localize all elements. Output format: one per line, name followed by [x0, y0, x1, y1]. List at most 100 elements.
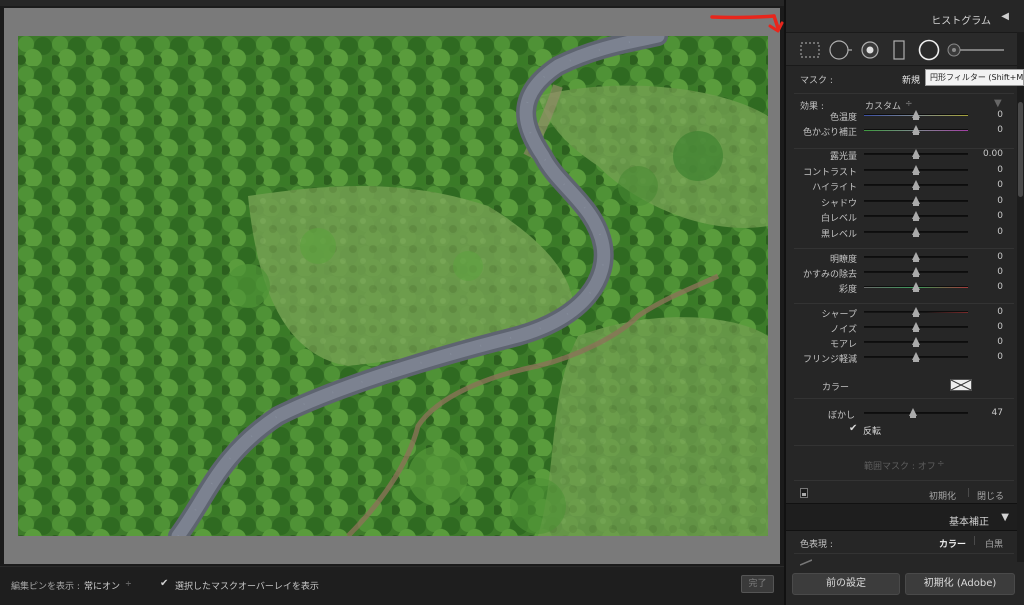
basic-header[interactable]: 基本補正 ▼	[786, 503, 1019, 531]
mask-label: マスク :	[800, 76, 833, 86]
slider-value[interactable]: 0	[973, 307, 1003, 317]
color-label: カラー	[821, 383, 849, 393]
slider-value[interactable]: 0	[973, 227, 1003, 237]
slider-value[interactable]: 0	[973, 125, 1003, 135]
slider-value[interactable]: 0	[973, 322, 1003, 332]
histogram-header[interactable]: ヒストグラム ◀	[786, 6, 1019, 28]
divider	[794, 398, 1014, 399]
color-swatch-icon[interactable]	[950, 379, 972, 391]
graduated-filter-icon[interactable]	[892, 39, 906, 61]
divider	[794, 148, 1014, 149]
slider-label: シャドウ	[820, 199, 857, 209]
slider-label: 彩度	[838, 285, 857, 295]
button-divider: |	[967, 488, 971, 498]
reset-button[interactable]: 初期化	[929, 489, 956, 502]
mask-new-button[interactable]: 新規	[902, 73, 920, 86]
aerial-road-photo[interactable]	[18, 36, 768, 536]
slider-label: 色かぶり補正	[802, 128, 857, 138]
previous-settings-button[interactable]: 前の設定	[792, 573, 900, 595]
slider-knob[interactable]	[912, 196, 920, 206]
divider	[794, 445, 1014, 446]
close-button[interactable]: 閉じる	[977, 489, 1004, 502]
done-button[interactable]: 完了	[741, 575, 774, 593]
bottom-buttons: 前の設定 初期化 (Adobe)	[786, 570, 1024, 605]
basic-collapse-icon[interactable]: ▼	[1001, 512, 1009, 523]
effect-chevron-icon[interactable]: ÷	[905, 99, 913, 109]
treatment-bw-button[interactable]: 白黒	[985, 537, 1003, 550]
slider-label: かすみの除去	[802, 270, 857, 280]
range-mask-chevron-icon[interactable]: ÷	[937, 459, 945, 469]
slider-label: 露光量	[829, 152, 857, 162]
histogram-title: ヒストグラム	[931, 16, 991, 27]
slider-value[interactable]: 0	[973, 196, 1003, 206]
panel-scrollbar-thumb[interactable]	[1018, 102, 1023, 197]
collapse-triangle-icon[interactable]: ◀	[1001, 11, 1009, 22]
blur-slider-knob[interactable]	[908, 408, 917, 418]
treatment-label: 色表現 :	[800, 540, 833, 550]
blur-label: ぼかし	[827, 411, 855, 421]
slider-value[interactable]: 0	[973, 110, 1003, 120]
profile-icon	[800, 559, 812, 566]
slider-value[interactable]: 0	[973, 282, 1003, 292]
divider	[794, 248, 1014, 249]
top-strip	[0, 0, 784, 6]
show-pins-chevron-icon[interactable]: ÷	[125, 579, 132, 588]
invert-checkbox[interactable]: ✔	[849, 423, 857, 434]
slider-knob[interactable]	[912, 211, 920, 221]
divider	[794, 480, 1014, 481]
slider-knob[interactable]	[912, 337, 920, 347]
slider-knob[interactable]	[912, 165, 920, 175]
slider-knob[interactable]	[912, 149, 920, 159]
red-eye-icon[interactable]	[860, 40, 880, 60]
button-divider: |	[973, 536, 977, 546]
bottom-toolbar: 編集ピンを表示 : 常にオン ÷ ✔ 選択したマスクオーバーレイを表示 完了	[0, 566, 784, 605]
mask-overlay-checkbox[interactable]: ✔	[160, 578, 168, 589]
slider-knob[interactable]	[912, 252, 920, 262]
slider-value[interactable]: 0	[973, 352, 1003, 362]
photo-image	[18, 36, 768, 536]
slider-knob[interactable]	[912, 282, 920, 292]
develop-panel: ヒストグラム ◀ マスク : 新規 効果 : カスタム ÷ ▼ 色温度 0 色か…	[784, 0, 1024, 605]
slider-label: モアレ	[829, 340, 857, 350]
slider-knob[interactable]	[912, 180, 920, 190]
slider-label: 明瞭度	[829, 255, 857, 265]
slider-knob[interactable]	[912, 267, 920, 277]
slider-knob[interactable]	[912, 125, 920, 135]
adjustment-brush-icon[interactable]	[946, 42, 1006, 58]
slider-knob[interactable]	[912, 307, 920, 317]
slider-knob[interactable]	[912, 227, 920, 237]
slider-knob[interactable]	[912, 110, 920, 120]
treatment-color-button[interactable]: カラー	[939, 537, 966, 550]
range-mask-dropdown[interactable]: 範囲マスク : オフ	[864, 459, 936, 472]
slider-value[interactable]: 0	[973, 180, 1003, 190]
slider-value[interactable]: 0	[973, 165, 1003, 175]
effect-preset-dropdown[interactable]: カスタム	[865, 99, 901, 112]
slider-value[interactable]: 0	[973, 211, 1003, 221]
slider-label: シャープ	[821, 310, 857, 320]
show-pins-dropdown[interactable]: 常にオン	[84, 579, 120, 592]
invert-label[interactable]: 反転	[863, 424, 881, 437]
slider-label: コントラスト	[803, 168, 857, 178]
divider	[794, 303, 1014, 304]
radial-filter-icon[interactable]	[917, 38, 941, 62]
slider-value[interactable]: 0	[973, 252, 1003, 262]
mask-overlay-label[interactable]: 選択したマスクオーバーレイを表示	[175, 579, 319, 592]
radial-filter-tooltip: 円形フィルター (Shift+M)	[925, 69, 1024, 86]
spot-removal-icon[interactable]	[829, 39, 853, 61]
reset-adobe-button[interactable]: 初期化 (Adobe)	[905, 573, 1015, 595]
crop-tool-icon[interactable]	[800, 42, 820, 58]
slider-knob[interactable]	[912, 352, 920, 362]
slider-value[interactable]: 0	[973, 337, 1003, 347]
show-pins-label: 編集ピンを表示 :	[11, 582, 80, 592]
slider-label: ハイライト	[812, 183, 857, 193]
image-workspace: 編集ピンを表示 : 常にオン ÷ ✔ 選択したマスクオーバーレイを表示 完了	[0, 0, 784, 605]
effect-collapse-icon[interactable]: ▼	[994, 98, 1002, 109]
slider-value[interactable]: 0.00	[973, 149, 1003, 159]
slider-value[interactable]: 0	[973, 267, 1003, 277]
slider-label: ノイズ	[830, 325, 857, 335]
blur-value[interactable]: 47	[973, 408, 1003, 418]
mask-toggle-switch-icon[interactable]	[800, 488, 808, 498]
slider-label: 色温度	[829, 113, 857, 123]
panel-scrollbar[interactable]	[1017, 32, 1024, 562]
slider-knob[interactable]	[912, 322, 920, 332]
